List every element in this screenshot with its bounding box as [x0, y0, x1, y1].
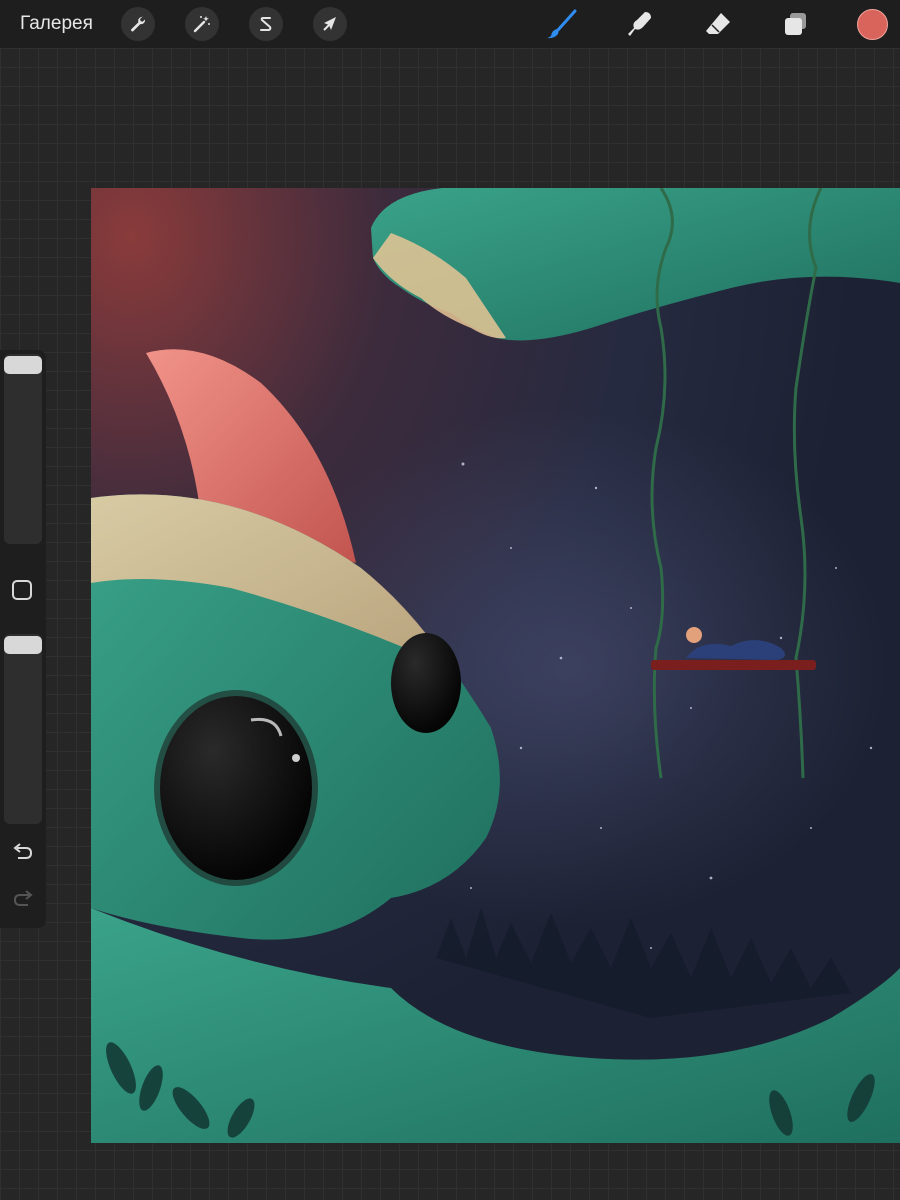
magic-wand-icon	[193, 16, 210, 33]
smudge-button[interactable]	[623, 7, 657, 41]
brush-icon	[547, 9, 577, 39]
artwork-canvas[interactable]	[91, 188, 900, 1143]
transform-button[interactable]	[313, 7, 347, 41]
opacity-slider[interactable]	[4, 634, 42, 824]
redo-icon	[13, 890, 33, 906]
adjustments-button[interactable]	[185, 7, 219, 41]
layers-button[interactable]	[779, 7, 813, 41]
gallery-button[interactable]: Галерея	[20, 13, 93, 35]
artwork-illustration	[91, 188, 900, 1143]
actions-button[interactable]	[121, 7, 155, 41]
selection-s-icon	[260, 17, 272, 31]
redo-button[interactable]	[10, 887, 36, 909]
brush-size-handle[interactable]	[4, 356, 42, 374]
brush-size-slider[interactable]	[4, 354, 42, 544]
left-sidebar	[0, 350, 46, 928]
undo-button[interactable]	[10, 840, 36, 862]
eraser-button[interactable]	[701, 7, 735, 41]
eraser-icon	[706, 13, 730, 34]
color-picker-button[interactable]	[857, 9, 888, 40]
brush-button[interactable]	[545, 7, 579, 41]
modify-button[interactable]	[12, 580, 32, 600]
opacity-handle[interactable]	[4, 636, 42, 654]
undo-icon	[13, 843, 33, 859]
top-toolbar: Галерея	[0, 0, 900, 48]
selection-button[interactable]	[249, 7, 283, 41]
layers-icon	[785, 13, 806, 35]
wrench-icon	[131, 16, 146, 32]
smudge-finger-icon	[628, 12, 651, 36]
arrow-cursor-icon	[323, 17, 336, 31]
